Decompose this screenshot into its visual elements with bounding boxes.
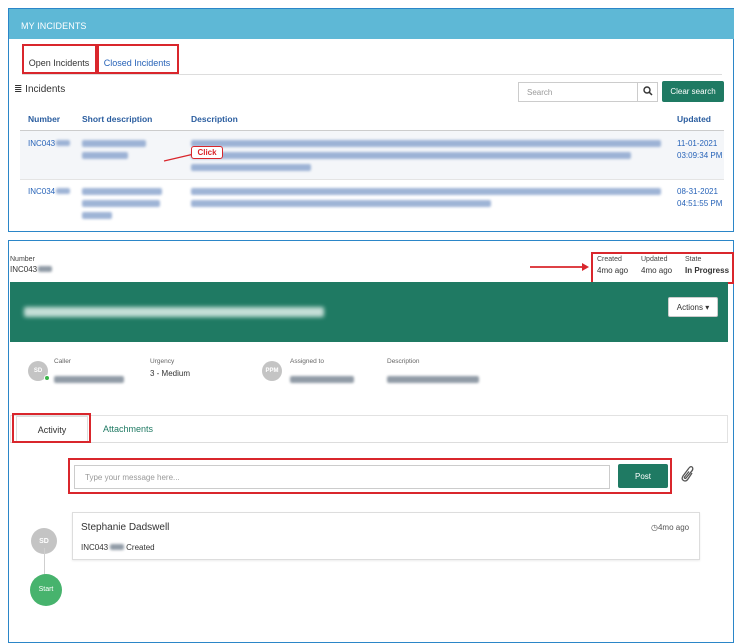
incident-title-redacted	[24, 304, 324, 322]
incident-title-bar	[10, 282, 728, 342]
activity-time: ◷4mo ago	[651, 523, 690, 532]
column-description[interactable]: Description	[191, 114, 238, 124]
column-updated[interactable]: Updated	[677, 114, 711, 124]
number-label: Number	[10, 256, 35, 263]
clear-search-button[interactable]: Clear search	[662, 81, 724, 102]
online-status-icon	[44, 375, 50, 381]
tabs-divider	[10, 442, 728, 443]
urgency-value: 3 - Medium	[150, 369, 191, 378]
search-input[interactable]: Search	[518, 82, 638, 102]
timeline-line	[44, 548, 45, 576]
row-number[interactable]: INC043	[28, 138, 71, 150]
list-title: ≣ Incidents	[14, 84, 66, 95]
activity-author: Stephanie Dadswell	[81, 522, 170, 533]
activity-card: Stephanie Dadswell ◷4mo ago INC043 Create…	[72, 512, 700, 560]
row-short-description-redacted	[82, 139, 172, 163]
activity-entry: INC043 Created	[81, 543, 155, 552]
clock-icon: ◷	[651, 523, 658, 532]
list-icon: ≣	[14, 84, 23, 95]
highlight-closed-tab	[97, 44, 179, 74]
panel-header: MY INCIDENTS	[9, 9, 734, 39]
highlight-meta	[591, 252, 734, 284]
timeline-start: Start	[30, 574, 62, 606]
row-description-redacted	[191, 139, 669, 175]
description-value-redacted	[387, 370, 479, 388]
highlight-message-area	[68, 458, 672, 494]
row-divider	[20, 179, 724, 180]
caller-value-redacted	[54, 370, 124, 388]
click-callout: Click	[191, 146, 223, 159]
row-updated: 08-31-2021 04:51:55 PM	[677, 187, 723, 208]
row-updated: 11-01-2021 03:09:34 PM	[677, 139, 723, 160]
paperclip-icon[interactable]	[678, 464, 694, 484]
tab-attachments[interactable]: Attachments	[103, 424, 153, 434]
search-icon[interactable]	[638, 82, 658, 102]
column-short-description[interactable]: Short description	[82, 114, 152, 124]
column-number[interactable]: Number	[28, 114, 60, 124]
pointer-arrow-icon	[530, 263, 589, 271]
caller-label: Caller	[54, 358, 71, 365]
row-number[interactable]: INC034	[28, 186, 71, 198]
highlight-open-tab	[22, 44, 97, 74]
description-label: Description	[387, 358, 420, 365]
row-description-redacted	[191, 187, 669, 211]
assigned-to-label: Assigned to	[290, 358, 324, 365]
row-short-description-redacted	[82, 187, 172, 223]
actions-dropdown[interactable]: Actions ▾	[668, 297, 718, 317]
number-value: INC043	[10, 265, 53, 274]
assignee-avatar: PPM	[262, 361, 282, 381]
urgency-label: Urgency	[150, 358, 175, 365]
tabs-divider	[22, 74, 722, 75]
assigned-to-value-redacted	[290, 370, 354, 388]
highlight-activity-tab	[12, 413, 91, 443]
